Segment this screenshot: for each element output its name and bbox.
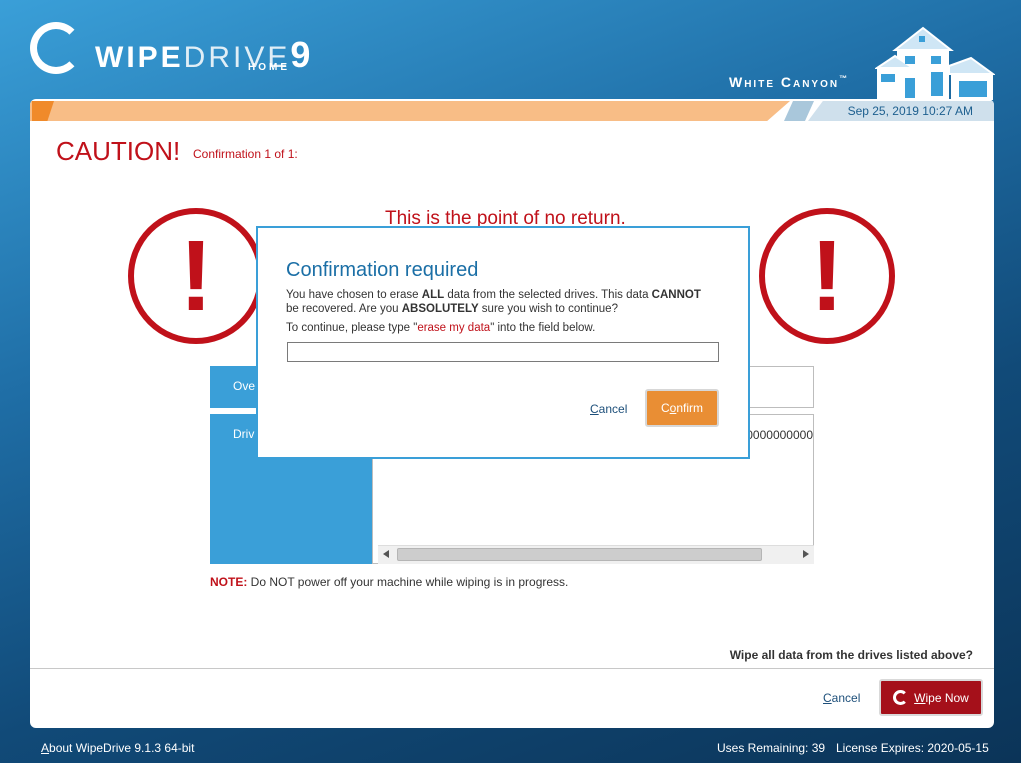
instruction-phrase: erase my data: [417, 322, 491, 334]
confirm-mnemonic: o: [669, 401, 677, 415]
note-label: NOTE:: [210, 575, 248, 589]
msg-part: be recovered. Are you: [286, 303, 402, 315]
cancel-mnemonic: C: [823, 691, 832, 705]
scroll-right-icon[interactable]: [803, 550, 809, 558]
logo-number: 9: [290, 34, 311, 75]
scroll-left-icon[interactable]: [383, 550, 389, 558]
dialog-message: You have chosen to erase ALL data from t…: [286, 288, 716, 316]
dialog-cancel-mnemonic: C: [590, 402, 599, 416]
status-separator: [784, 101, 814, 121]
logo-ring-icon: [30, 22, 82, 74]
uses-remaining: Uses Remaining: 39: [717, 741, 826, 755]
dialog-cancel-label: ancel: [598, 402, 628, 416]
logo-wipe: WIPE: [95, 41, 184, 74]
confirmation-dialog: Confirmation required You have chosen to…: [256, 226, 750, 459]
dialog-instruction: To continue, please type "erase my data"…: [286, 322, 595, 334]
msg-part: sure you wish to continue?: [478, 303, 618, 315]
progress-stripe: [30, 101, 790, 121]
brand-name: White Canyon™: [729, 74, 849, 90]
confirmation-input[interactable]: [287, 342, 719, 362]
msg-all: ALL: [421, 289, 445, 301]
wipe-ring-icon: [893, 690, 909, 705]
power-note: NOTE: Do NOT power off your machine whil…: [210, 575, 568, 589]
instruction-post: " into the field below.: [490, 322, 596, 334]
msg-cannot: CANNOT: [651, 289, 701, 301]
warning-icon: !: [759, 208, 895, 344]
status-bar: Sep 25, 2019 10:27 AM: [30, 99, 994, 121]
note-text: Do NOT power off your machine while wipi…: [247, 575, 569, 589]
logo-edition: HOME: [248, 62, 290, 73]
wipe-mnemonic: W: [914, 690, 926, 705]
wipe-question: Wipe all data from the drives listed abo…: [729, 648, 973, 662]
confirm-label-c: nfirm: [676, 401, 704, 415]
datetime-display: Sep 25, 2019 10:27 AM: [847, 104, 973, 118]
cancel-label: ancel: [831, 691, 861, 705]
caution-heading: CAUTION!: [56, 136, 181, 166]
about-link[interactable]: About WipeDrive 9.1.3 64-bit: [41, 741, 194, 755]
brand-tm: ™: [839, 74, 850, 83]
msg-part: data from the selected drives. This data: [444, 289, 652, 301]
house-icon: [875, 26, 995, 100]
msg-part: You have chosen to erase: [286, 289, 422, 301]
confirmation-count: Confirmation 1 of 1:: [193, 147, 298, 161]
wipe-now-label: Wipe Now: [914, 691, 969, 705]
cancel-button[interactable]: Cancel: [823, 691, 860, 705]
confirm-button[interactable]: Co nfirm: [645, 389, 719, 427]
wipe-now-button[interactable]: Wipe Now: [879, 679, 983, 716]
about-mnemonic: A: [41, 741, 50, 755]
drive-serial: 0000000000000: [743, 428, 813, 442]
msg-absolutely: ABSOLUTELY: [401, 303, 479, 315]
divider: [30, 668, 994, 669]
brand-text: White Canyon: [729, 74, 840, 90]
wipe-label-rest: ipe Now: [925, 690, 969, 705]
instruction-pre: To continue, please type ": [286, 322, 418, 334]
license-expires: License Expires: 2020-05-15: [836, 741, 989, 755]
warning-icon: !: [128, 208, 264, 344]
dialog-title: Confirmation required: [286, 259, 479, 281]
scrollbar-thumb[interactable]: [397, 548, 762, 561]
about-label: bout WipeDrive 9.1.3 64-bit: [49, 741, 195, 755]
confirm-label-a: C: [660, 401, 670, 415]
dialog-cancel-button[interactable]: Cancel: [590, 402, 627, 416]
horizontal-scrollbar[interactable]: [378, 545, 814, 564]
